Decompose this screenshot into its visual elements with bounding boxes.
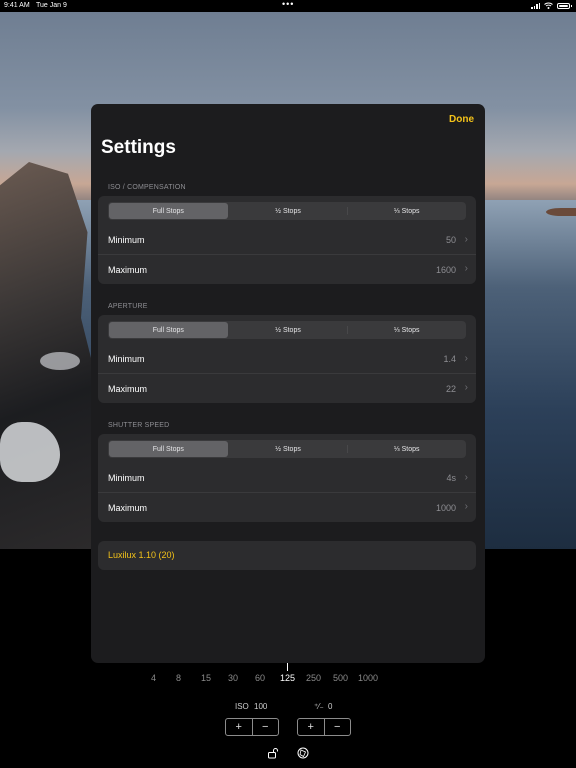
status-icons — [531, 2, 572, 9]
multitask-dots[interactable]: ••• — [282, 0, 294, 9]
section-header-shutter-speed: SHUTTER SPEED — [108, 422, 170, 429]
iso-maximum-row[interactable]: Maximum 1600 › — [98, 255, 476, 284]
row-value: 50 — [445, 235, 456, 245]
compensation-value: 0 — [328, 702, 333, 711]
chevron-right-icon: › — [464, 382, 468, 393]
row-value: 1000 — [435, 502, 456, 513]
compensation-minus-button[interactable]: − — [323, 719, 351, 735]
segment-half-stops[interactable]: ½ Stops — [229, 321, 348, 339]
segment-half-stops[interactable]: ½ Stops — [229, 440, 348, 458]
compensation-plus-button[interactable]: + — [298, 719, 324, 735]
iso-label: ISO — [235, 702, 249, 711]
row-label: Maximum — [108, 264, 148, 275]
shutter-maximum-row[interactable]: Maximum 1000 › — [98, 493, 476, 522]
row-value: 4s — [446, 473, 456, 483]
scale-value[interactable]: 60 — [255, 673, 265, 683]
scale-value[interactable]: 15 — [201, 673, 211, 683]
row-label: Minimum — [108, 235, 145, 245]
chevron-right-icon: › — [464, 234, 468, 245]
scale-value[interactable]: 1000 — [358, 673, 378, 683]
row-value: 1.4 — [443, 354, 456, 364]
shutter-scale[interactable]: 4 8 15 30 60 125 250 500 1000 — [0, 673, 576, 687]
segment-half-stops[interactable]: ½ Stops — [229, 202, 348, 220]
compensation-label: ⁺⁄₋ — [314, 702, 324, 711]
segment-third-stops[interactable]: ⅓ Stops — [347, 202, 466, 220]
status-bar: 9:41 AM Tue Jan 9 ••• — [0, 0, 576, 12]
scale-value[interactable]: 4 — [151, 673, 156, 683]
segment-full-stops[interactable]: Full Stops — [109, 441, 228, 457]
iso-minus-button[interactable]: − — [251, 719, 279, 735]
chevron-right-icon: › — [464, 501, 468, 512]
row-label: Minimum — [108, 473, 145, 483]
aperture-icon[interactable] — [297, 747, 309, 759]
segment-full-stops[interactable]: Full Stops — [109, 203, 228, 219]
version-row[interactable]: Luxilux 1.10 (20) — [98, 541, 476, 570]
segment-third-stops[interactable]: ⅓ Stops — [347, 440, 466, 458]
snow-patch — [40, 352, 80, 370]
signal-icon — [531, 2, 540, 9]
version-label: Luxilux 1.10 (20) — [108, 550, 175, 560]
done-button[interactable]: Done — [449, 114, 474, 125]
row-value: 1600 — [435, 264, 456, 275]
compensation-stepper[interactable]: + − — [297, 718, 351, 736]
row-value: 22 — [445, 383, 456, 394]
segment-third-stops[interactable]: ⅓ Stops — [347, 321, 466, 339]
shutter-stop-segmented-control[interactable]: Full Stops ½ Stops ⅓ Stops — [108, 440, 466, 458]
wifi-icon — [544, 2, 553, 9]
battery-icon — [557, 2, 572, 9]
scale-value[interactable]: 8 — [176, 673, 181, 683]
status-date: Tue Jan 9 — [36, 2, 67, 9]
chevron-right-icon: › — [464, 472, 468, 483]
lock-icon[interactable] — [267, 747, 279, 759]
scale-value[interactable]: 500 — [333, 673, 348, 683]
iso-group: Full Stops ½ Stops ⅓ Stops Minimum 50 › … — [98, 196, 476, 284]
row-label: Maximum — [108, 383, 148, 394]
section-header-aperture: APERTURE — [108, 303, 148, 310]
iso-minimum-row[interactable]: Minimum 50 › — [98, 226, 476, 255]
aperture-maximum-row[interactable]: Maximum 22 › — [98, 374, 476, 403]
scale-value[interactable]: 250 — [306, 673, 321, 683]
page-title: Settings — [101, 137, 176, 158]
aperture-group: Full Stops ½ Stops ⅓ Stops Minimum 1.4 ›… — [98, 315, 476, 403]
row-label: Maximum — [108, 502, 148, 513]
distant-rock — [546, 208, 576, 216]
iso-plus-button[interactable]: + — [226, 719, 252, 735]
shutter-speed-group: Full Stops ½ Stops ⅓ Stops Minimum 4s › … — [98, 434, 476, 522]
row-label: Minimum — [108, 354, 145, 364]
chevron-right-icon: › — [464, 263, 468, 274]
scale-indicator — [287, 662, 288, 671]
aperture-minimum-row[interactable]: Minimum 1.4 › — [98, 345, 476, 374]
aperture-stop-segmented-control[interactable]: Full Stops ½ Stops ⅓ Stops — [108, 321, 466, 339]
scale-value[interactable]: 30 — [228, 673, 238, 683]
section-header-iso: ISO / COMPENSATION — [108, 184, 186, 191]
scale-value-selected[interactable]: 125 — [280, 673, 295, 683]
settings-modal: Done Settings ISO / COMPENSATION Full St… — [91, 104, 485, 663]
iso-stepper[interactable]: + − — [225, 718, 279, 736]
iso-value: 100 — [254, 702, 268, 711]
chevron-right-icon: › — [464, 353, 468, 364]
shutter-minimum-row[interactable]: Minimum 4s › — [98, 464, 476, 493]
segment-full-stops[interactable]: Full Stops — [109, 322, 228, 338]
status-time: 9:41 AM — [4, 2, 30, 9]
iso-stop-segmented-control[interactable]: Full Stops ½ Stops ⅓ Stops — [108, 202, 466, 220]
